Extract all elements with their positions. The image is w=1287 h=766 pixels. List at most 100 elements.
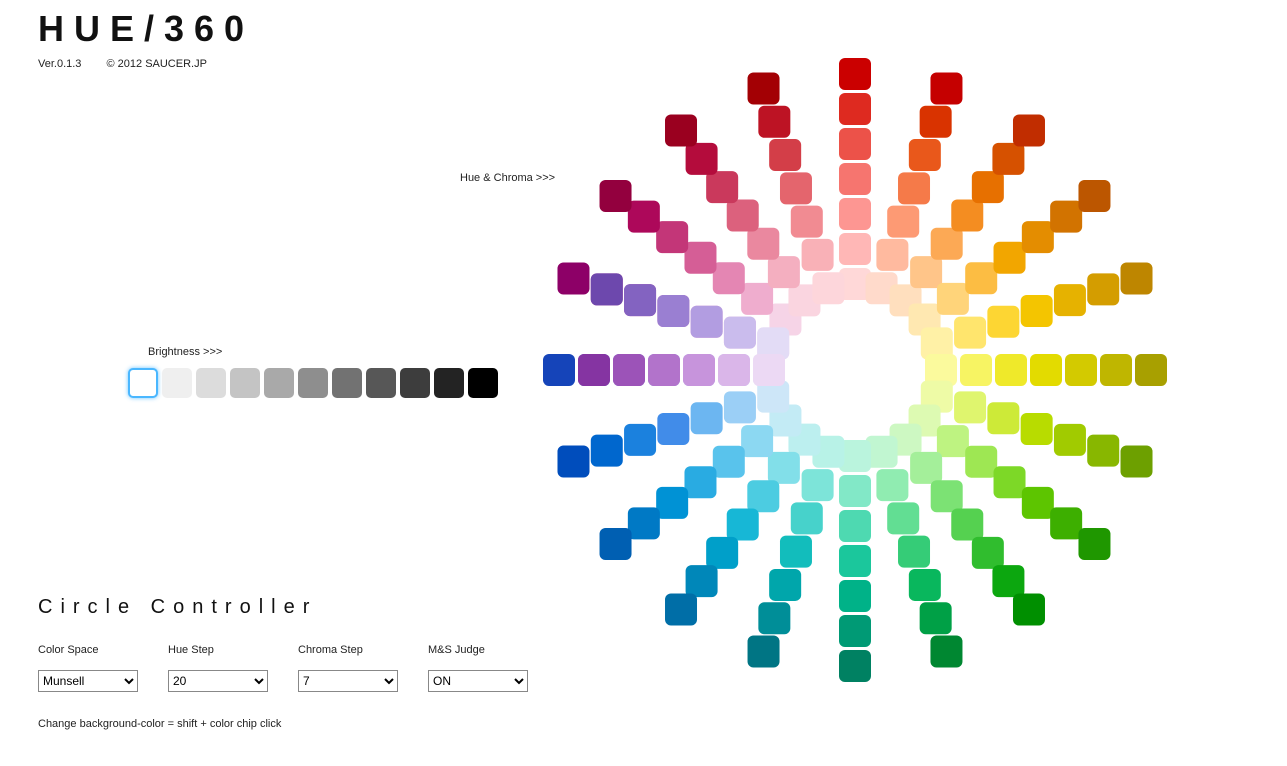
hue-chip[interactable]: [1021, 295, 1053, 327]
hue-chip[interactable]: [713, 262, 745, 294]
hue-chip[interactable]: [624, 424, 656, 456]
hue-chip[interactable]: [683, 354, 715, 386]
hue-chip[interactable]: [839, 198, 871, 230]
hue-chip[interactable]: [937, 425, 969, 457]
hue-chip[interactable]: [992, 565, 1024, 597]
hue-chip[interactable]: [965, 262, 997, 294]
brightness-chip[interactable]: [366, 368, 396, 398]
hue-chip[interactable]: [557, 445, 589, 477]
hue-chip[interactable]: [780, 172, 812, 204]
hue-chip[interactable]: [920, 602, 952, 634]
hue-chip[interactable]: [741, 283, 773, 315]
hue-chip[interactable]: [768, 452, 800, 484]
hue-chip[interactable]: [1078, 528, 1110, 560]
hue-chip[interactable]: [910, 452, 942, 484]
hue-chip[interactable]: [1078, 180, 1110, 212]
hue-chip[interactable]: [1121, 263, 1153, 295]
hue-chip[interactable]: [543, 354, 575, 386]
hue-chip[interactable]: [713, 446, 745, 478]
hue-chip[interactable]: [839, 650, 871, 682]
hue-chip[interactable]: [1087, 273, 1119, 305]
hue-chip[interactable]: [937, 283, 969, 315]
hue-chip[interactable]: [657, 295, 689, 327]
hue-chip[interactable]: [839, 58, 871, 90]
hue-chip[interactable]: [995, 354, 1027, 386]
brightness-chip[interactable]: [298, 368, 328, 398]
hue-chip[interactable]: [657, 413, 689, 445]
hue-chip[interactable]: [887, 502, 919, 534]
hue-chip[interactable]: [898, 172, 930, 204]
brightness-chip[interactable]: [332, 368, 362, 398]
hue-chip[interactable]: [812, 272, 844, 304]
hue-chip[interactable]: [1013, 593, 1045, 625]
hue-chip[interactable]: [839, 510, 871, 542]
hue-chip[interactable]: [1121, 445, 1153, 477]
hue-chip[interactable]: [684, 466, 716, 498]
hue-chip[interactable]: [954, 317, 986, 349]
hue-chip[interactable]: [839, 475, 871, 507]
hue-chip[interactable]: [910, 256, 942, 288]
hue-chip[interactable]: [876, 239, 908, 271]
hue-chip[interactable]: [1022, 221, 1054, 253]
hue-chip[interactable]: [972, 171, 1004, 203]
hue-chip[interactable]: [686, 143, 718, 175]
hue-chip[interactable]: [909, 139, 941, 171]
hue-chip[interactable]: [758, 602, 790, 634]
hue-chip[interactable]: [951, 199, 983, 231]
brightness-chip[interactable]: [230, 368, 260, 398]
hue-chip[interactable]: [780, 536, 812, 568]
hue-chip[interactable]: [876, 469, 908, 501]
hue-chip[interactable]: [839, 163, 871, 195]
control-select[interactable]: 7: [298, 670, 398, 692]
hue-chip[interactable]: [724, 317, 756, 349]
hue-chip[interactable]: [1021, 413, 1053, 445]
hue-chip[interactable]: [656, 221, 688, 253]
hue-chip[interactable]: [724, 391, 756, 423]
hue-chip[interactable]: [1050, 201, 1082, 233]
hue-chip[interactable]: [706, 537, 738, 569]
hue-chip[interactable]: [802, 239, 834, 271]
hue-chip[interactable]: [994, 242, 1026, 274]
hue-chip[interactable]: [839, 233, 871, 265]
hue-chip[interactable]: [727, 199, 759, 231]
hue-chip[interactable]: [600, 180, 632, 212]
hue-chip[interactable]: [839, 580, 871, 612]
hue-chip[interactable]: [791, 206, 823, 238]
hue-chip[interactable]: [591, 273, 623, 305]
hue-chip[interactable]: [1050, 507, 1082, 539]
hue-chip[interactable]: [965, 446, 997, 478]
hue-chip[interactable]: [802, 469, 834, 501]
hue-chip[interactable]: [992, 143, 1024, 175]
control-select[interactable]: 20: [168, 670, 268, 692]
brightness-chip[interactable]: [468, 368, 498, 398]
hue-chip[interactable]: [951, 509, 983, 541]
hue-chip[interactable]: [1054, 284, 1086, 316]
hue-chip[interactable]: [741, 425, 773, 457]
control-select[interactable]: ON: [428, 670, 528, 692]
hue-chip[interactable]: [665, 593, 697, 625]
hue-chip[interactable]: [706, 171, 738, 203]
hue-chip[interactable]: [931, 480, 963, 512]
hue-chip[interactable]: [624, 284, 656, 316]
hue-chip[interactable]: [909, 569, 941, 601]
hue-chip[interactable]: [769, 139, 801, 171]
brightness-chip[interactable]: [434, 368, 464, 398]
hue-chip[interactable]: [839, 93, 871, 125]
hue-chip[interactable]: [972, 537, 1004, 569]
hue-chip[interactable]: [648, 354, 680, 386]
hue-chip[interactable]: [954, 391, 986, 423]
hue-chip[interactable]: [628, 507, 660, 539]
hue-chip[interactable]: [1022, 487, 1054, 519]
hue-chip[interactable]: [747, 228, 779, 260]
hue-chip[interactable]: [718, 354, 750, 386]
hue-chip[interactable]: [578, 354, 610, 386]
hue-chip[interactable]: [613, 354, 645, 386]
hue-chip[interactable]: [691, 402, 723, 434]
hue-chip[interactable]: [758, 106, 790, 138]
hue-chip[interactable]: [747, 480, 779, 512]
hue-chip[interactable]: [931, 228, 963, 260]
hue-chip[interactable]: [1065, 354, 1097, 386]
hue-chip[interactable]: [656, 487, 688, 519]
hue-chip[interactable]: [791, 502, 823, 534]
hue-chip[interactable]: [1135, 354, 1167, 386]
